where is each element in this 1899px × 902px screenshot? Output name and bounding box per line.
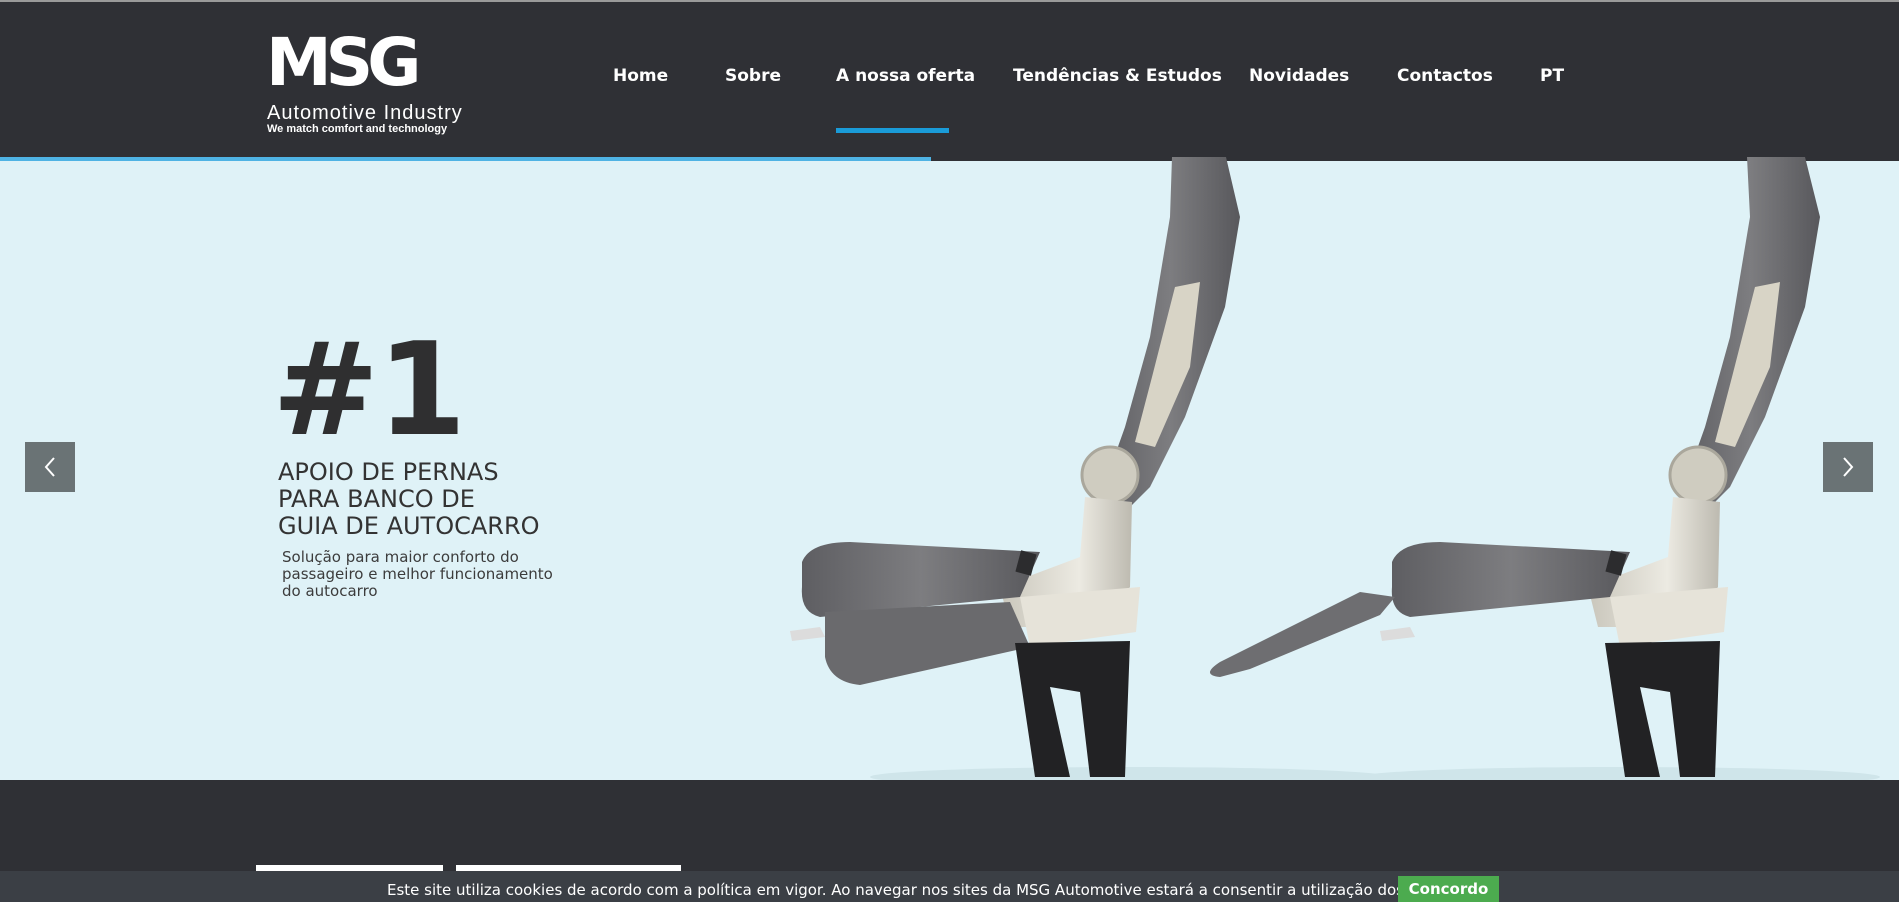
nav-sobre[interactable]: Sobre (725, 66, 781, 86)
nav-tendencias-estudos[interactable]: Tendências & Estudos (1013, 66, 1222, 86)
cookie-message: Este site utiliza cookies de acordo com … (387, 881, 1470, 899)
nav-novidades[interactable]: Novidades (1249, 66, 1349, 86)
chevron-left-icon (44, 457, 55, 477)
seat-extended-legrest (1210, 157, 1820, 777)
slide-subtitle-line: Solução para maior conforto do (282, 548, 519, 566)
nav-contactos[interactable]: Contactos (1397, 66, 1493, 86)
language-selector[interactable]: PT (1540, 66, 1564, 86)
slider-prev-button[interactable] (25, 442, 75, 492)
nav-a-nossa-oferta[interactable]: A nossa oferta (836, 66, 975, 86)
slide-title: APOIO DE PERNAS PARA BANCO DE GUIA DE AU… (278, 459, 598, 540)
bus-seats-image (790, 157, 1880, 780)
chevron-right-icon (1843, 457, 1854, 477)
slide-subtitle: Solução para maior conforto do passageir… (282, 549, 582, 600)
cookie-accept-button[interactable]: Concordo (1398, 876, 1499, 902)
active-nav-indicator (836, 128, 949, 133)
nav-home[interactable]: Home (613, 66, 668, 86)
slide-number: #1 (272, 316, 466, 465)
slide-subtitle-line: passageiro e melhor funcionamento (282, 565, 553, 583)
slide-title-line: GUIA DE AUTOCARRO (278, 512, 540, 540)
slide-title-line: PARA BANCO DE (278, 485, 475, 513)
main-nav: Home Sobre A nossa oferta Tendências & E… (0, 0, 1899, 155)
slider-next-button[interactable] (1823, 442, 1873, 492)
cookie-banner: Este site utiliza cookies de acordo com … (0, 871, 1899, 902)
slide-subtitle-line: do autocarro (282, 582, 378, 600)
seat-folded-legrest (790, 157, 1240, 777)
slide-title-line: APOIO DE PERNAS (278, 458, 499, 486)
